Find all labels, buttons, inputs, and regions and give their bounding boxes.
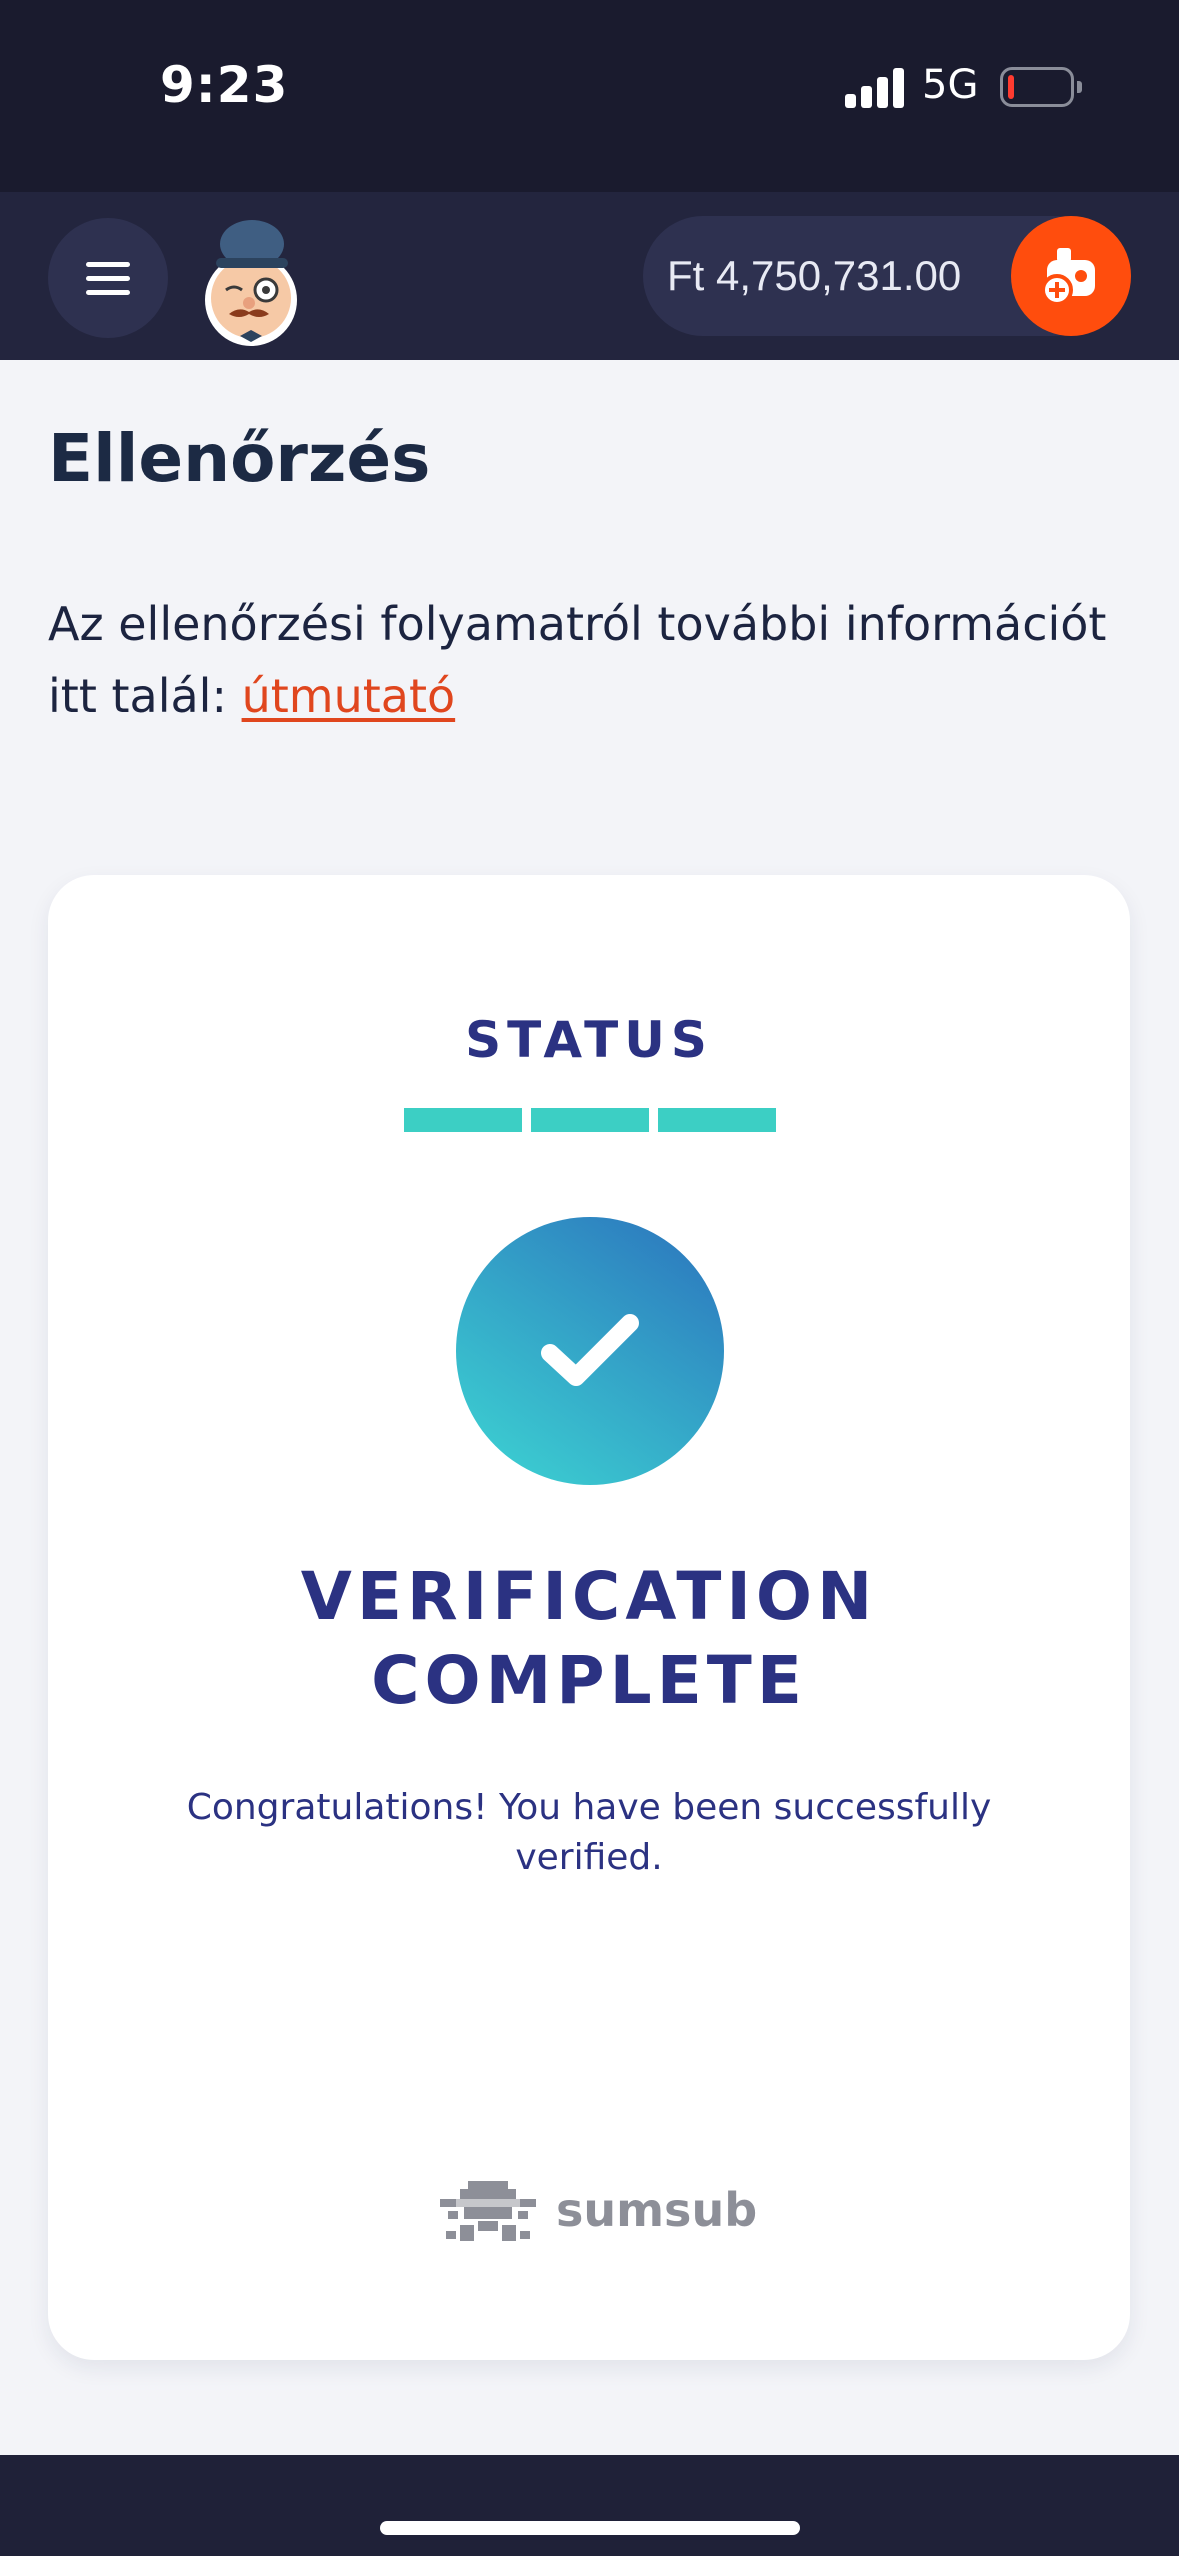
sumsub-branding: sumsub	[438, 2175, 758, 2255]
mascot-icon	[205, 220, 297, 346]
status-progress-bar	[404, 1108, 776, 1132]
verification-status-card: STATUS VERIFICATION COMPLETE Congratulat…	[48, 875, 1130, 2360]
balance-amount: Ft 4,750,731.00	[667, 252, 962, 299]
page-title: Ellenőrzés	[48, 420, 431, 497]
provider-name: sumsub	[556, 2183, 758, 2237]
clock: 9:23	[160, 56, 289, 114]
guide-link[interactable]: útmutató	[242, 669, 456, 723]
network-type: 5G	[922, 62, 979, 108]
deposit-button[interactable]	[1011, 216, 1131, 336]
status-bar: 9:23 5G	[0, 0, 1179, 192]
home-indicator[interactable]	[380, 2521, 800, 2535]
intro-text: Az ellenőrzési folyamatról további infor…	[48, 588, 1138, 732]
status-label: STATUS	[465, 1011, 713, 1069]
verification-headline: VERIFICATION COMPLETE	[48, 1555, 1130, 1723]
verification-message: Congratulations! You have been successfu…	[186, 1787, 992, 1878]
verification-headline-text: VERIFICATION COMPLETE	[300, 1558, 878, 1719]
bottom-bar	[0, 2455, 1179, 2556]
battery-level	[1008, 75, 1014, 99]
sumsub-logo-icon	[440, 2181, 536, 2241]
progress-step	[531, 1108, 649, 1132]
cellular-signal-icon	[845, 66, 905, 108]
checkmark-icon	[541, 1314, 639, 1386]
mascot-logo[interactable]	[196, 208, 306, 348]
app-header: Ft 4,750,731.00	[0, 192, 1179, 360]
intro-text-body: Az ellenőrzési folyamatról további infor…	[48, 597, 1107, 723]
battery-icon	[1000, 67, 1082, 107]
progress-step	[404, 1108, 522, 1132]
game-console-plus-icon	[1041, 248, 1095, 306]
success-badge	[456, 1217, 724, 1485]
menu-button[interactable]	[48, 218, 168, 338]
progress-step	[658, 1108, 776, 1132]
